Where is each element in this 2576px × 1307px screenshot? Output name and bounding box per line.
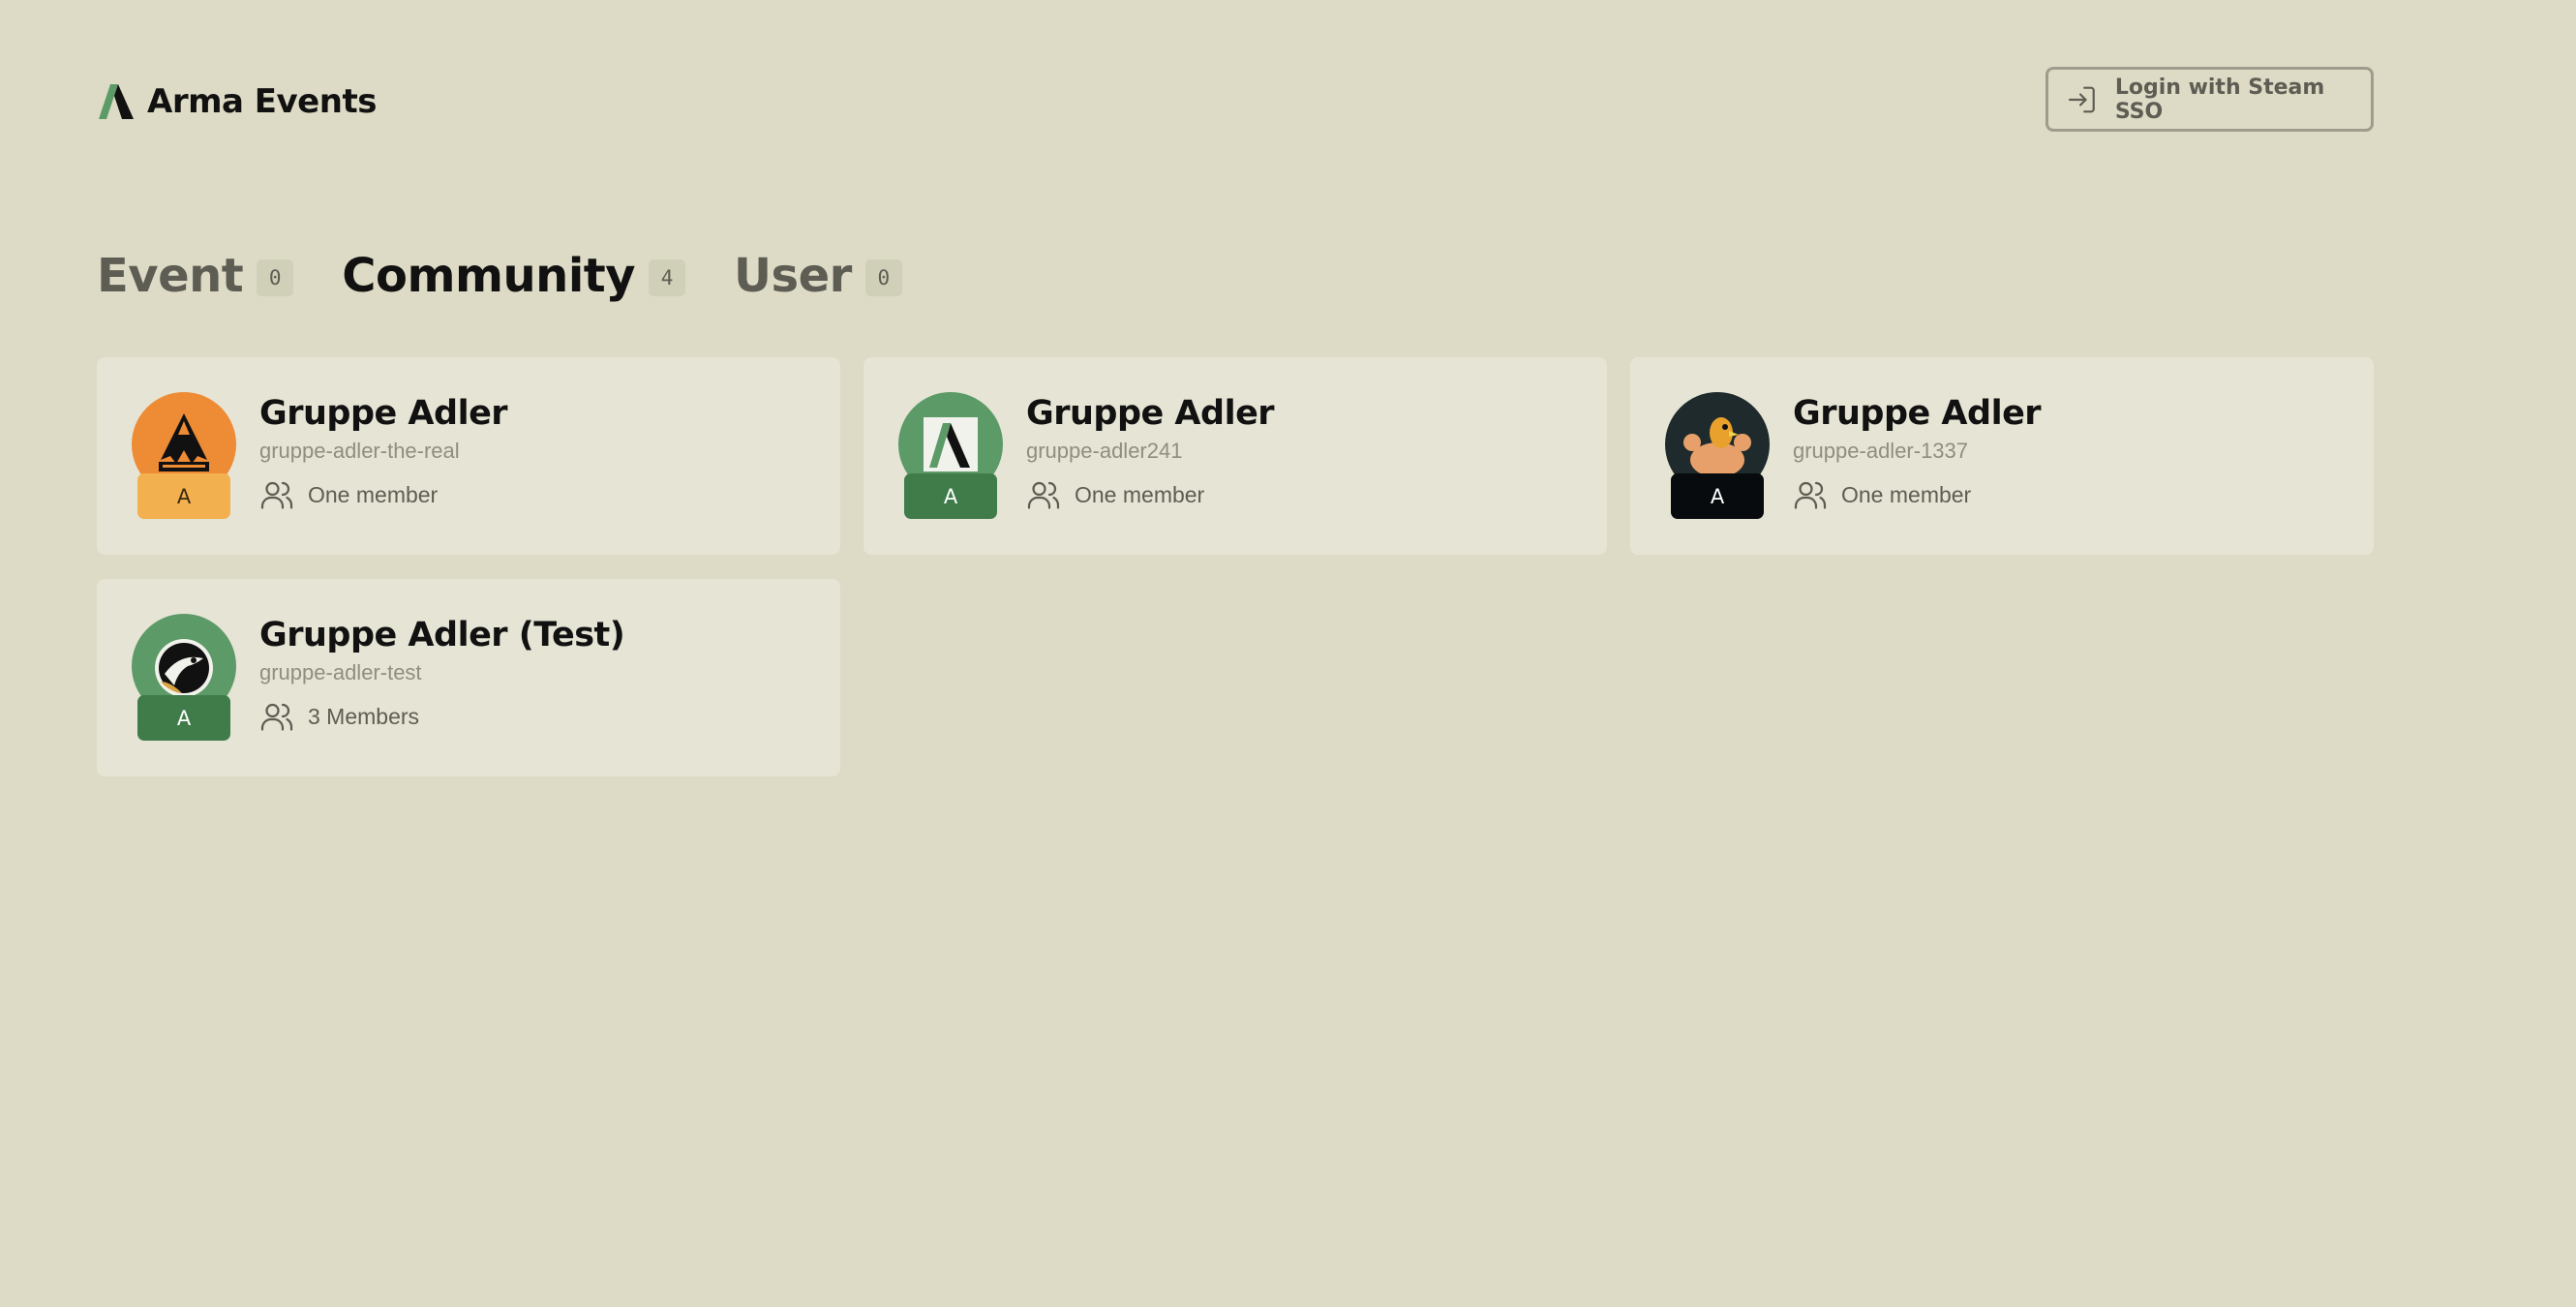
- community-slug: gruppe-adler-the-real: [259, 439, 460, 463]
- avatar-badge: A: [1671, 473, 1764, 519]
- community-slug: gruppe-adler-test: [259, 660, 422, 684]
- top-header: Arma Events Login with Steam SSO: [97, 67, 2374, 137]
- arma-logo-icon: [99, 84, 134, 119]
- login-steam-button[interactable]: Login with Steam SSO: [2046, 67, 2374, 132]
- tab-count-badge: 0: [257, 259, 294, 296]
- tab-community[interactable]: Community 4: [342, 249, 686, 303]
- community-title: Gruppe Adler: [259, 394, 508, 433]
- community-card[interactable]: A Gruppe Adler gruppe-adler241 One membe…: [864, 357, 1607, 555]
- member-count: One member: [1026, 477, 1204, 512]
- member-count: One member: [259, 477, 438, 512]
- avatar-badge: A: [904, 473, 997, 519]
- login-label: Login with Steam SSO: [2114, 75, 2325, 124]
- avatar: A: [132, 392, 236, 521]
- tab-event[interactable]: Event 0: [97, 249, 294, 303]
- community-card[interactable]: A Gruppe Adler gruppe-adler-the-real One…: [97, 357, 840, 555]
- community-slug: gruppe-adler-1337: [1793, 439, 1969, 463]
- community-slug: gruppe-adler241: [1026, 439, 1183, 463]
- member-count: One member: [1793, 477, 1971, 512]
- tab-label: User: [734, 249, 852, 303]
- community-card[interactable]: A Gruppe Adler (Test) gruppe-adler-test …: [97, 579, 840, 776]
- tab-count-badge: 4: [649, 259, 686, 296]
- users-icon: [1027, 481, 1060, 509]
- members-label: One member: [308, 481, 439, 507]
- community-title: Gruppe Adler (Test): [259, 616, 625, 654]
- avatar: A: [898, 392, 1003, 521]
- tab-user[interactable]: User 0: [734, 249, 902, 303]
- avatar: A: [1665, 392, 1770, 521]
- community-grid: A Gruppe Adler gruppe-adler-the-real One…: [97, 357, 2375, 776]
- member-count: 3 Members: [259, 699, 419, 734]
- members-label: 3 Members: [308, 703, 420, 729]
- tab-count-badge: 0: [864, 259, 902, 296]
- login-icon: [2069, 86, 2095, 112]
- community-title: Gruppe Adler: [1026, 394, 1275, 433]
- community-title: Gruppe Adler: [1793, 394, 2042, 433]
- search-tabs: Event 0 Community 4 User 0: [97, 242, 902, 310]
- brand[interactable]: Arma Events: [97, 80, 377, 123]
- tab-label: Community: [342, 249, 636, 303]
- avatar: A: [132, 614, 236, 743]
- avatar-badge: A: [137, 473, 230, 519]
- users-icon: [260, 703, 293, 731]
- avatar-badge: A: [137, 695, 230, 741]
- members-label: One member: [1075, 481, 1205, 507]
- users-icon: [260, 481, 293, 509]
- brand-title: Arma Events: [147, 82, 377, 121]
- tab-label: Event: [97, 249, 244, 303]
- users-icon: [1794, 481, 1827, 509]
- community-card[interactable]: A Gruppe Adler gruppe-adler-1337 One mem…: [1630, 357, 2374, 555]
- members-label: One member: [1841, 481, 1972, 507]
